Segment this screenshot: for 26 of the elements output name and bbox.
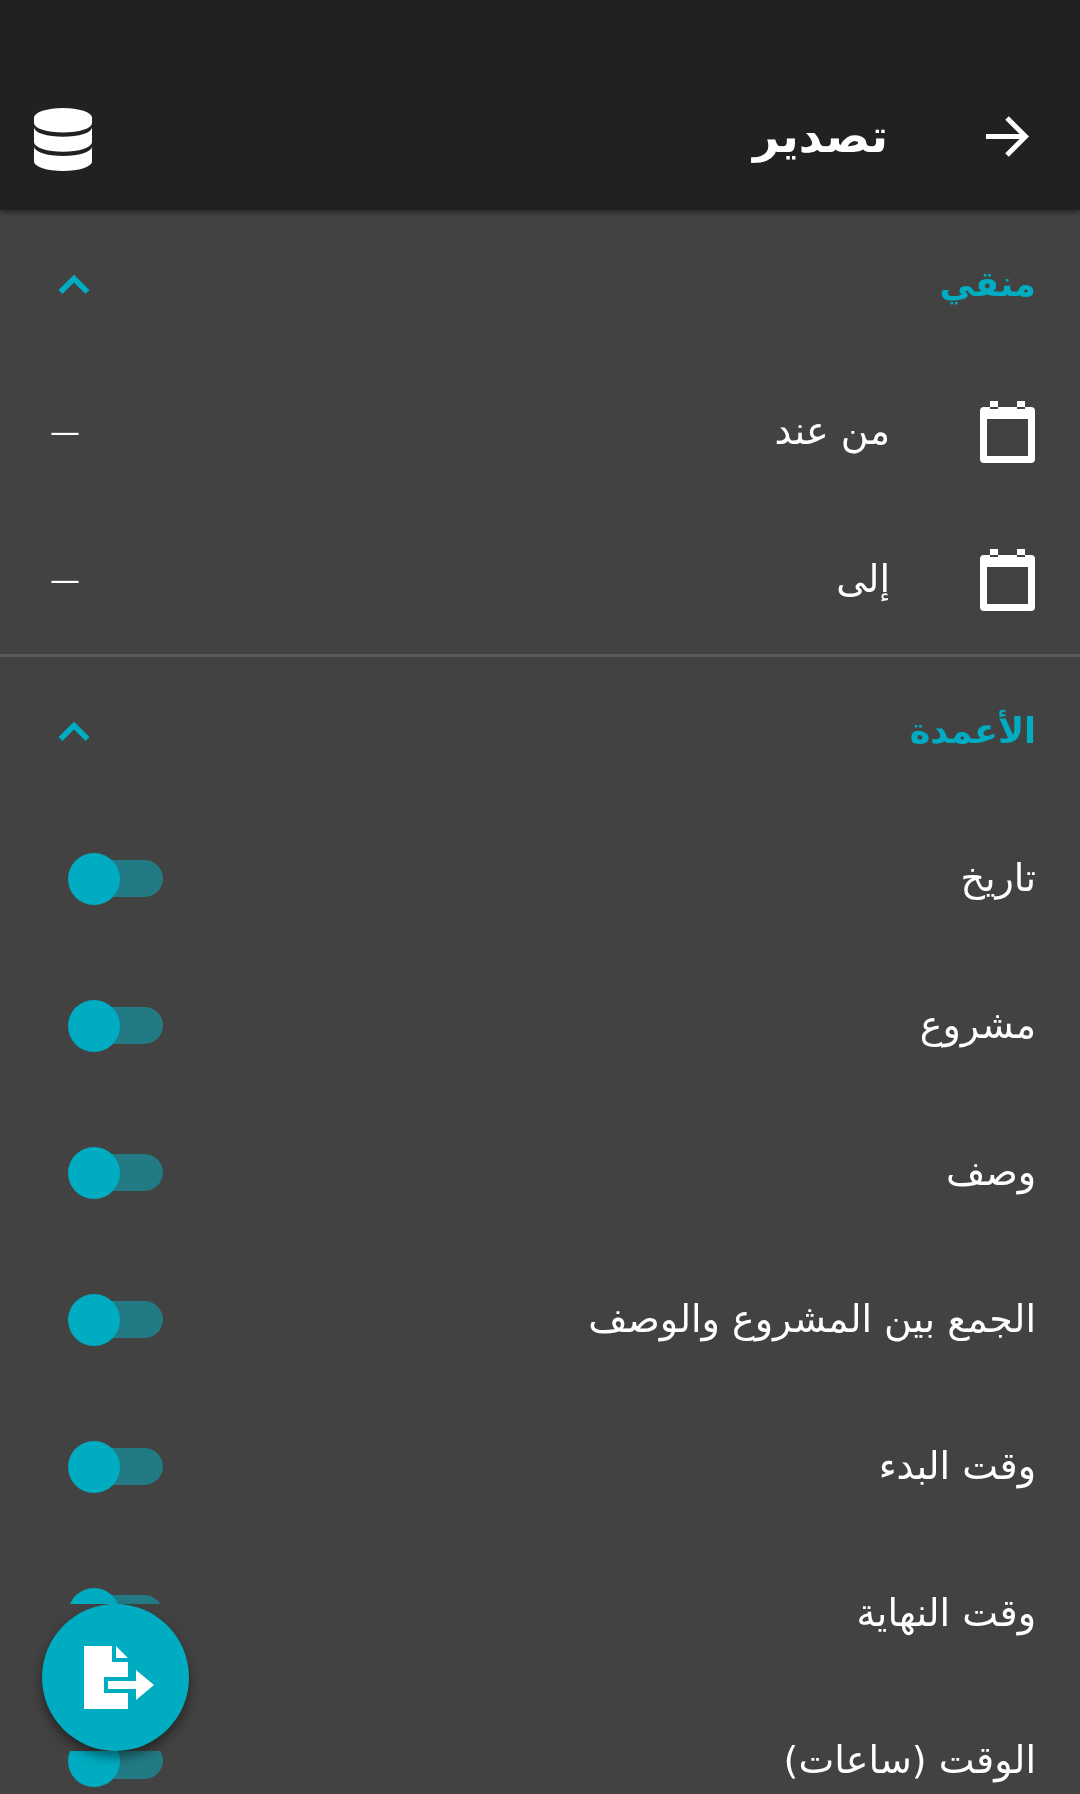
- toggle-switch[interactable]: [68, 999, 163, 1052]
- column-label: وصف: [946, 1149, 1036, 1196]
- filter-label: إلى: [836, 557, 890, 603]
- toggle-switch[interactable]: [68, 852, 163, 905]
- screen-title: تصدير: [752, 108, 888, 165]
- back-arrow-icon[interactable]: [986, 115, 1030, 158]
- column-label: وقت النهاية: [856, 1590, 1036, 1637]
- toggle-switch[interactable]: [68, 1293, 163, 1346]
- database-icon[interactable]: [34, 108, 92, 171]
- toggle-switch[interactable]: [68, 1440, 163, 1493]
- column-label: الوقت (ساعات): [783, 1737, 1036, 1784]
- calendar-icon[interactable]: [980, 401, 1035, 463]
- section-title[interactable]: منقي: [939, 263, 1036, 305]
- section-title[interactable]: الأعمدة: [909, 710, 1036, 752]
- column-label: الجمع بين المشروع والوصف: [588, 1296, 1036, 1343]
- document-arrow-icon: [83, 1646, 154, 1709]
- filter-label: من عند: [774, 409, 890, 455]
- column-label: تاريخ: [960, 855, 1036, 902]
- date-value[interactable]: —: [50, 562, 80, 598]
- chevron-up-icon[interactable]: [58, 274, 90, 294]
- date-value[interactable]: —: [50, 414, 80, 450]
- toggle-switch[interactable]: [68, 1146, 163, 1199]
- column-label: وقت البدء: [878, 1443, 1036, 1490]
- chevron-up-icon[interactable]: [58, 721, 90, 741]
- column-label: مشروع: [919, 1002, 1036, 1049]
- calendar-icon[interactable]: [980, 549, 1035, 611]
